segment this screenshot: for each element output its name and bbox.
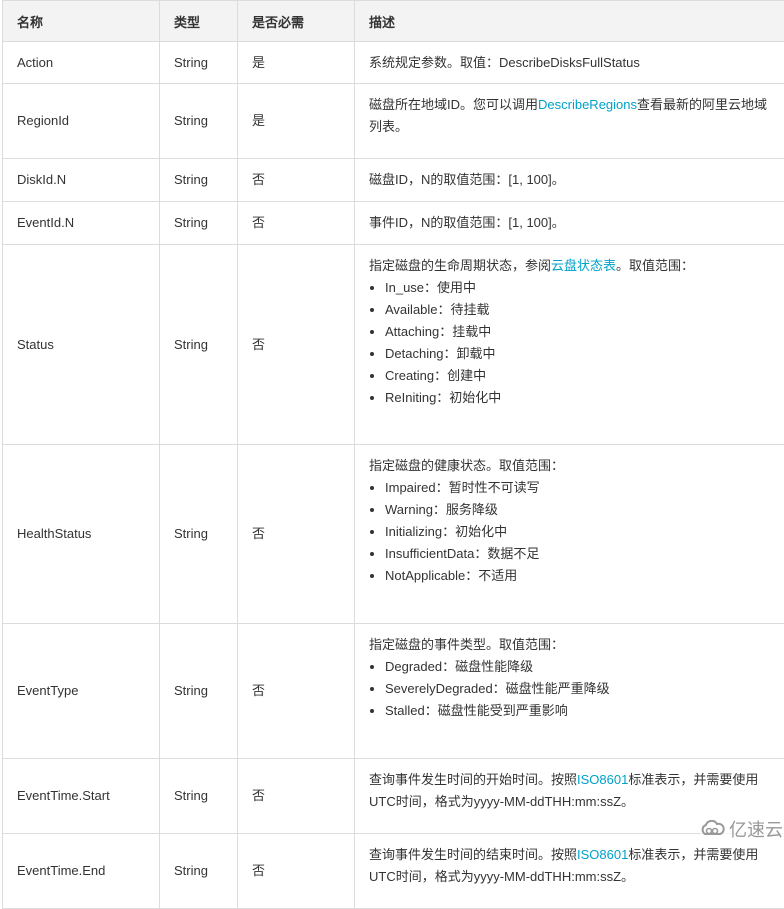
param-required: 否 [238, 245, 355, 445]
table-row: Action String 是 系统规定参数。取值：DescribeDisksF… [3, 42, 784, 84]
param-name: EventId.N [3, 202, 160, 245]
param-description: 指定磁盘的生命周期状态，参阅云盘状态表。取值范围： In_use：使用中 Ava… [355, 245, 784, 445]
describe-regions-link[interactable]: DescribeRegions [538, 97, 637, 112]
param-description: 磁盘所在地域ID。您可以调用DescribeRegions查看最新的阿里云地域列… [355, 84, 784, 159]
param-required: 否 [238, 759, 355, 834]
list-item: Impaired：暂时性不可读写 [385, 477, 774, 499]
header-type: 类型 [160, 1, 238, 42]
param-type: String [160, 834, 238, 909]
description-intro: 指定磁盘的生命周期状态，参阅云盘状态表。取值范围： [369, 255, 774, 277]
table-row: EventTime.Start String 否 查询事件发生时间的开始时间。按… [3, 759, 784, 834]
param-type: String [160, 84, 238, 159]
list-item: Available：待挂载 [385, 299, 774, 321]
param-required: 否 [238, 202, 355, 245]
param-name: EventTime.Start [3, 759, 160, 834]
list-item: Initializing：初始化中 [385, 521, 774, 543]
param-description: 指定磁盘的健康状态。取值范围： Impaired：暂时性不可读写 Warning… [355, 445, 784, 624]
table-row: DiskId.N String 否 磁盘ID，N的取值范围：[1, 100]。 [3, 159, 784, 202]
param-type: String [160, 202, 238, 245]
description-text: 指定磁盘的生命周期状态，参阅 [369, 258, 551, 273]
value-list: Degraded：磁盘性能降级 SeverelyDegraded：磁盘性能严重降… [369, 656, 774, 722]
table-row: EventType String 否 指定磁盘的事件类型。取值范围： Degra… [3, 624, 784, 759]
list-item: Warning：服务降级 [385, 499, 774, 521]
watermark-text: 亿速云 [729, 816, 783, 842]
table-row: EventTime.End String 否 查询事件发生时间的结束时间。按照I… [3, 834, 784, 909]
iso8601-link[interactable]: ISO8601 [577, 772, 628, 787]
param-description: 事件ID，N的取值范围：[1, 100]。 [355, 202, 784, 245]
iso8601-link[interactable]: ISO8601 [577, 847, 628, 862]
list-item: Creating：创建中 [385, 365, 774, 387]
param-name: DiskId.N [3, 159, 160, 202]
header-required: 是否必需 [238, 1, 355, 42]
description-intro: 指定磁盘的事件类型。取值范围： [369, 634, 774, 656]
param-description: 查询事件发生时间的结束时间。按照ISO8601标准表示，并需要使用UTC时间，格… [355, 834, 784, 909]
param-required: 否 [238, 834, 355, 909]
description-text: 。取值范围： [616, 258, 694, 273]
list-item: NotApplicable：不适用 [385, 565, 774, 587]
description-text: 磁盘所在地域ID。您可以调用 [369, 97, 538, 112]
param-required: 是 [238, 84, 355, 159]
param-required: 否 [238, 445, 355, 624]
list-item: Detaching：卸载中 [385, 343, 774, 365]
list-item: In_use：使用中 [385, 277, 774, 299]
param-type: String [160, 445, 238, 624]
param-type: String [160, 759, 238, 834]
param-required: 否 [238, 624, 355, 759]
param-required: 否 [238, 159, 355, 202]
list-item: Stalled：磁盘性能受到严重影响 [385, 700, 774, 722]
description-text: 查询事件发生时间的结束时间。按照 [369, 847, 577, 862]
param-type: String [160, 159, 238, 202]
param-description: 指定磁盘的事件类型。取值范围： Degraded：磁盘性能降级 Severely… [355, 624, 784, 759]
header-description: 描述 [355, 1, 784, 42]
header-name: 名称 [3, 1, 160, 42]
description-intro: 指定磁盘的健康状态。取值范围： [369, 455, 774, 477]
param-description: 系统规定参数。取值：DescribeDisksFullStatus [355, 42, 784, 84]
list-item: Degraded：磁盘性能降级 [385, 656, 774, 678]
param-name: Status [3, 245, 160, 445]
param-type: String [160, 42, 238, 84]
param-type: String [160, 624, 238, 759]
value-list: In_use：使用中 Available：待挂载 Attaching：挂载中 D… [369, 277, 774, 409]
param-name: HealthStatus [3, 445, 160, 624]
table-row: Status String 否 指定磁盘的生命周期状态，参阅云盘状态表。取值范围… [3, 245, 784, 445]
watermark: 亿速云 [700, 814, 784, 844]
list-item: ReIniting：初始化中 [385, 387, 774, 409]
param-type: String [160, 245, 238, 445]
table-row: RegionId String 是 磁盘所在地域ID。您可以调用Describe… [3, 84, 784, 159]
param-description: 磁盘ID，N的取值范围：[1, 100]。 [355, 159, 784, 202]
table-header-row: 名称 类型 是否必需 描述 [3, 1, 784, 42]
table-row: EventId.N String 否 事件ID，N的取值范围：[1, 100]。 [3, 202, 784, 245]
disk-status-table-link[interactable]: 云盘状态表 [551, 258, 616, 273]
list-item: Attaching：挂载中 [385, 321, 774, 343]
param-name: Action [3, 42, 160, 84]
param-required: 是 [238, 42, 355, 84]
parameters-table: 名称 类型 是否必需 描述 Action String 是 系统规定参数。取值：… [2, 0, 784, 909]
param-name: EventType [3, 624, 160, 759]
description-text: 查询事件发生时间的开始时间。按照 [369, 772, 577, 787]
list-item: SeverelyDegraded：磁盘性能严重降级 [385, 678, 774, 700]
param-name: RegionId [3, 84, 160, 159]
table-row: HealthStatus String 否 指定磁盘的健康状态。取值范围： Im… [3, 445, 784, 624]
cloud-logo-icon [700, 820, 726, 838]
value-list: Impaired：暂时性不可读写 Warning：服务降级 Initializi… [369, 477, 774, 587]
list-item: InsufficientData：数据不足 [385, 543, 774, 565]
param-name: EventTime.End [3, 834, 160, 909]
